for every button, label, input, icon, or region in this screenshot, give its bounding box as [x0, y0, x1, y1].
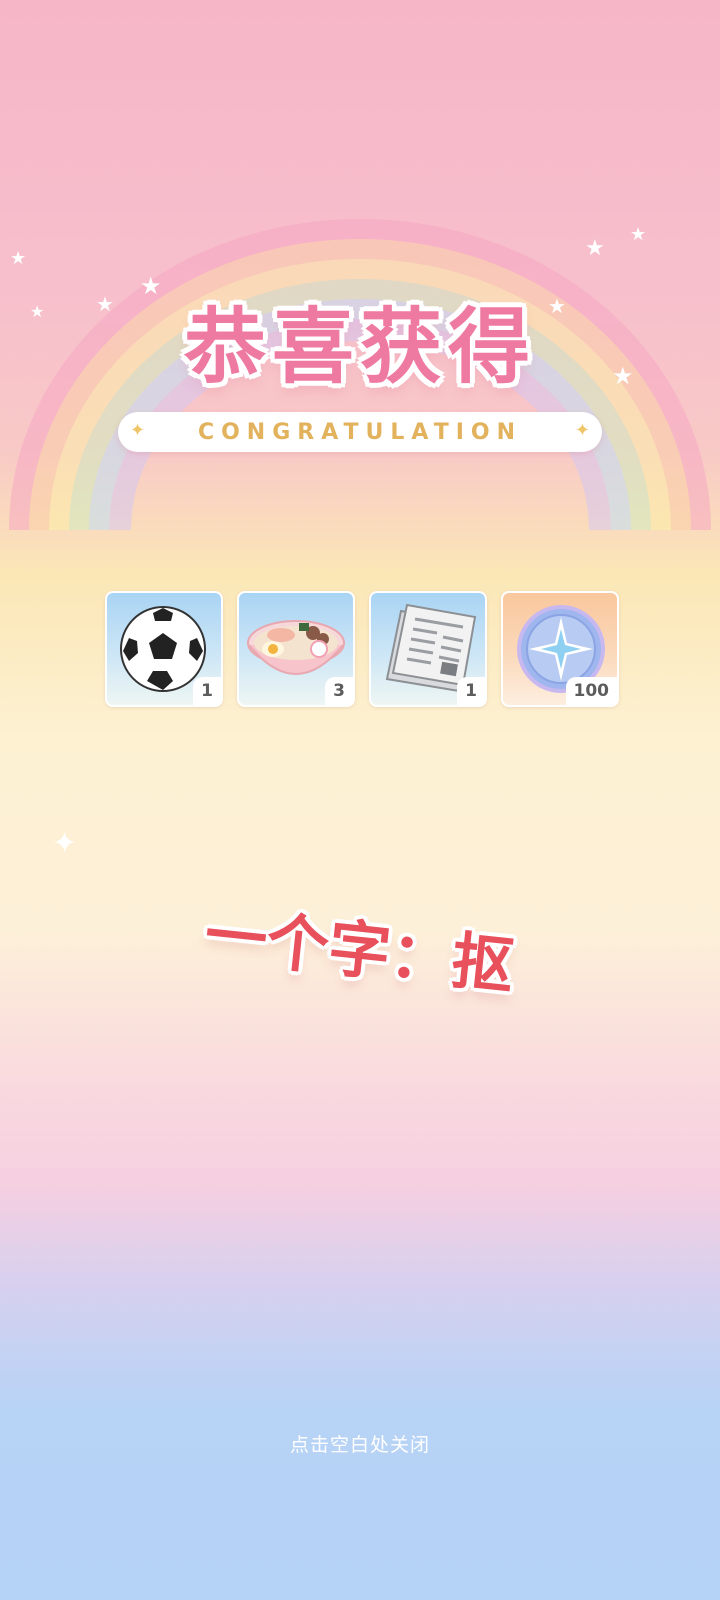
reward-list: 1 3 1 100: [105, 591, 620, 709]
star-icon: ★: [630, 224, 647, 245]
reward-item-star-coin[interactable]: 100: [501, 591, 619, 707]
star-icon: ★: [10, 248, 27, 269]
subtitle-text: CONGRATULATION: [197, 419, 523, 445]
reward-quantity: 3: [325, 677, 353, 705]
sparkle-icon: ✦: [52, 826, 78, 861]
reward-item-ramen[interactable]: 3: [237, 591, 355, 707]
reward-quantity: 1: [193, 677, 221, 705]
reward-item-newspaper[interactable]: 1: [369, 591, 487, 707]
star-icon: ★: [585, 236, 605, 261]
subtitle-banner: ✦ CONGRATULATION ✦: [118, 412, 602, 452]
dismiss-backdrop[interactable]: [0, 0, 720, 1600]
sparkle-icon: ✦: [130, 420, 146, 441]
sparkle-icon: ✦: [574, 420, 590, 441]
reward-item-soccer-ball[interactable]: 1: [105, 591, 223, 707]
reward-quantity: 1: [457, 677, 485, 705]
reward-quantity: 100: [565, 677, 617, 705]
page-title: 恭喜获得: [183, 300, 536, 395]
close-hint[interactable]: 点击空白处关闭: [0, 1430, 720, 1457]
